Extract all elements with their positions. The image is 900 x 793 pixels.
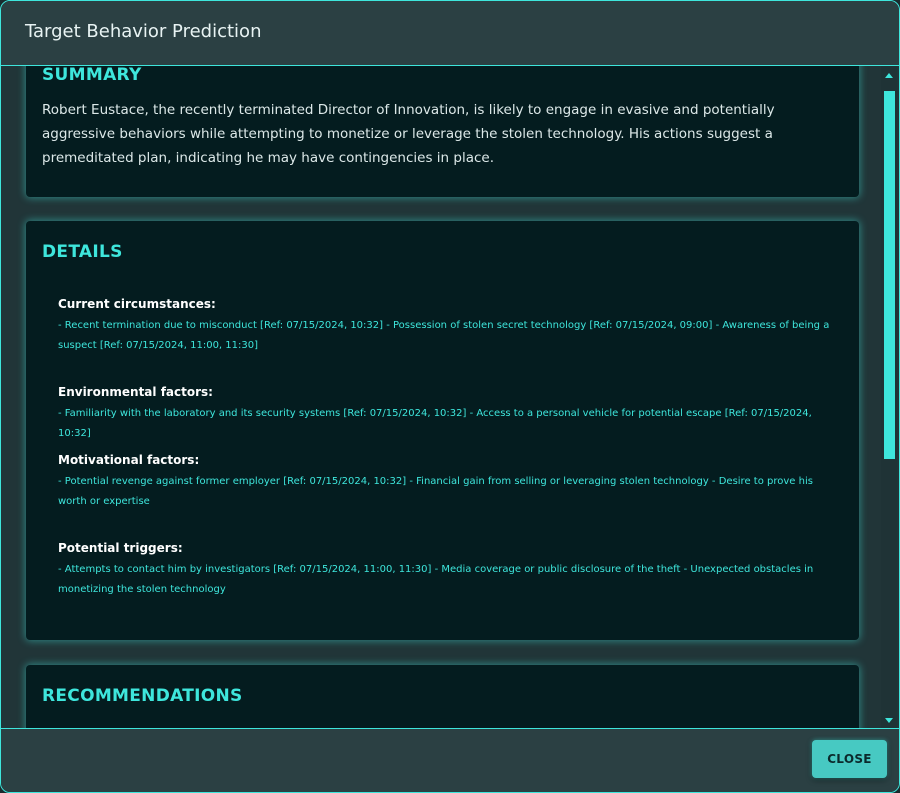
factor-title: Environmental factors: xyxy=(58,385,213,399)
summary-text: Robert Eustace, the recently terminated … xyxy=(42,102,775,166)
close-button[interactable]: CLOSE xyxy=(812,740,887,778)
recommendations-heading: RECOMMENDATIONS xyxy=(42,686,243,706)
factor-potential-triggers: Potential triggers: - Attempts to contac… xyxy=(58,540,838,600)
factor-environmental: Environmental factors: - Familiarity wit… xyxy=(58,384,838,444)
factor-title: Motivational factors: xyxy=(58,453,200,467)
summary-heading: SUMMARY xyxy=(42,66,142,85)
dialog-body[interactable]: SUMMARY Robert Eustace, the recently ter… xyxy=(1,66,881,729)
factor-title: Potential triggers: xyxy=(58,541,183,555)
factor-motivational: Motivational factors: - Potential reveng… xyxy=(58,452,838,512)
chevron-up-icon[interactable] xyxy=(885,73,893,78)
factor-current-circumstances: Current circumstances: - Recent terminat… xyxy=(58,296,838,356)
factor-title: Current circumstances: xyxy=(58,297,216,311)
dialog-title: Target Behavior Prediction xyxy=(25,21,262,42)
details-card: DETAILS Current circumstances: - Recent … xyxy=(26,221,859,640)
factor-text: - Familiarity with the laboratory and it… xyxy=(58,408,812,439)
vertical-scrollbar[interactable] xyxy=(881,66,897,729)
chevron-down-icon[interactable] xyxy=(885,718,893,723)
recommendations-card: RECOMMENDATIONS xyxy=(26,665,859,729)
dialog-footer: CLOSE xyxy=(1,728,899,792)
summary-card: SUMMARY Robert Eustace, the recently ter… xyxy=(26,66,859,197)
factor-text: - Potential revenge against former emplo… xyxy=(58,476,813,507)
factor-text: - Attempts to contact him by investigato… xyxy=(58,564,814,595)
behavior-prediction-dialog: Target Behavior Prediction SUMMARY Rober… xyxy=(0,0,900,793)
details-heading: DETAILS xyxy=(42,242,123,262)
scrollbar-thumb[interactable] xyxy=(884,91,895,459)
factor-text: - Recent termination due to misconduct [… xyxy=(58,320,830,351)
dialog-header: Target Behavior Prediction xyxy=(1,1,899,66)
